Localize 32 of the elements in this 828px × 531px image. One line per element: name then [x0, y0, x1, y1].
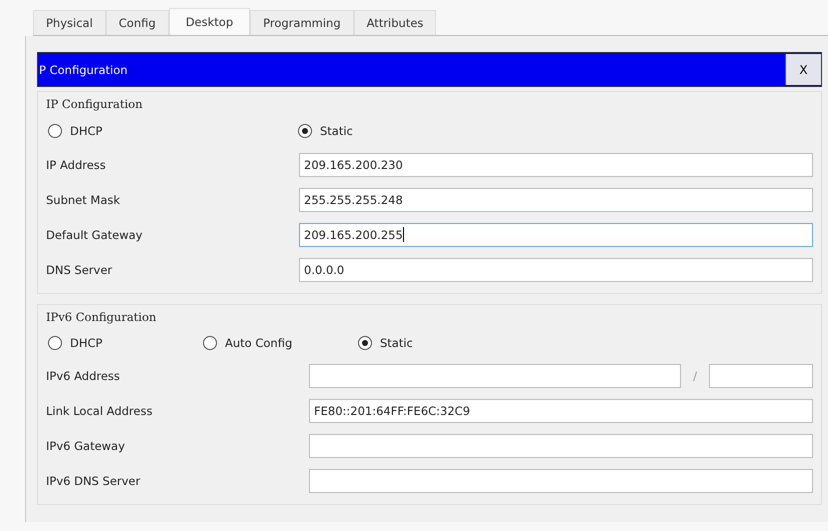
input-field[interactable]: 209.165.200.230: [299, 152, 813, 176]
field-label: IPv6 Gateway: [46, 438, 126, 452]
tab[interactable]: Programming: [250, 10, 354, 35]
input-field[interactable]: FE80::201:64FF:FE6C:32C9: [309, 398, 813, 422]
radio-option[interactable]: Static: [358, 336, 513, 350]
radio-option[interactable]: DHCP: [48, 124, 298, 138]
dialog-title: P Configuration: [38, 62, 129, 76]
field-label: Link Local Address: [46, 404, 154, 418]
field-label: IPv6 DNS Server: [46, 474, 142, 488]
field-label: DNS Server: [46, 262, 114, 276]
radio-option[interactable]: DHCP: [48, 336, 203, 350]
radio-option[interactable]: Auto Config: [203, 336, 358, 350]
tab[interactable]: Desktop: [168, 8, 250, 35]
input-field[interactable]: [309, 468, 813, 492]
tab[interactable]: Config: [106, 10, 169, 35]
group-label: IPv6 Configuration: [45, 309, 158, 326]
input-field[interactable]: [309, 364, 681, 388]
field-label: Subnet Mask: [46, 192, 122, 206]
input-field[interactable]: [309, 434, 813, 458]
close-button[interactable]: X: [785, 54, 821, 85]
field-label: IPv6 Address: [46, 368, 121, 382]
field-label: IP Address: [46, 158, 107, 172]
group-label: IP Configuration: [45, 96, 144, 113]
input-field[interactable]: 0.0.0.0: [299, 258, 813, 282]
input-field[interactable]: 209.165.200.255: [299, 222, 813, 246]
input-field[interactable]: 255.255.255.248: [299, 188, 813, 212]
field-label: Default Gateway: [46, 228, 144, 242]
tab[interactable]: Physical: [33, 10, 106, 35]
tab[interactable]: Attributes: [354, 10, 436, 35]
separator-text: /: [692, 368, 698, 382]
prefix-field[interactable]: [709, 364, 813, 388]
radio-option[interactable]: Static: [298, 124, 353, 138]
